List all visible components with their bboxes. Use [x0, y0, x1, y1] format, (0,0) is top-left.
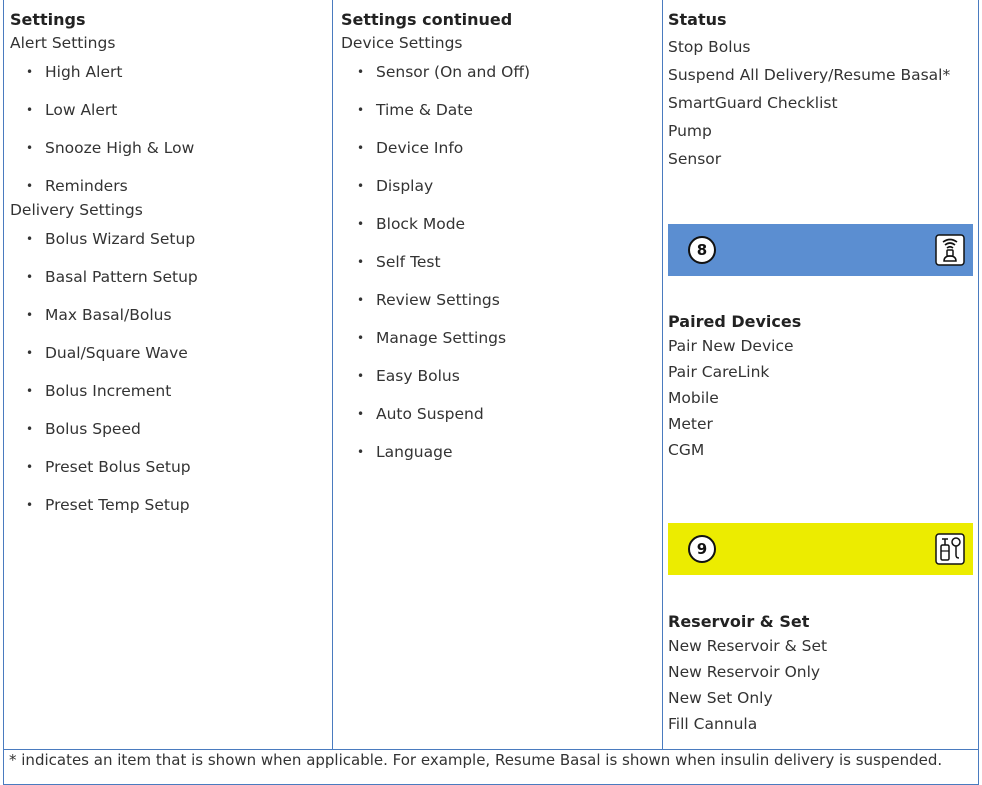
status-column: Status Stop Bolus Suspend All Delivery/R…	[662, 0, 979, 749]
bullet-icon: •	[357, 407, 365, 421]
settings-continued-column: Settings continued Device Settings • Sens…	[332, 0, 662, 749]
list-item: • Time & Date	[341, 97, 662, 135]
list-item: • Bolus Increment	[10, 378, 332, 416]
step-number-badge: 9	[688, 535, 716, 563]
step-number-badge: 8	[688, 236, 716, 264]
bullet-icon: •	[357, 331, 365, 345]
bullet-icon: •	[357, 255, 365, 269]
reservoir-set-heading: Reservoir & Set	[668, 612, 810, 631]
list-item: • Preset Temp Setup	[10, 492, 332, 530]
list-item: • Preset Bolus Setup	[10, 454, 332, 492]
list-item: • Language	[341, 439, 662, 477]
bullet-icon: •	[357, 179, 365, 193]
list-item: Meter	[668, 415, 713, 433]
paired-devices-section: Paired Devices Pair New Device Pair Care…	[668, 312, 801, 463]
footnote: * indicates an item that is shown when a…	[3, 749, 979, 785]
list-item: Stop Bolus	[668, 38, 751, 56]
list-item: • Display	[341, 173, 662, 211]
list-item: • Manage Settings	[341, 325, 662, 363]
list-item: • Dual/Square Wave	[10, 340, 332, 378]
settings-continued-heading: Settings continued	[341, 10, 513, 29]
bullet-icon: •	[357, 141, 365, 155]
list-item: SmartGuard Checklist	[668, 94, 838, 112]
bullet-icon: •	[26, 308, 34, 322]
bullet-icon: •	[357, 369, 365, 383]
reservoir-set-icon	[935, 533, 965, 565]
device-settings-list: • Sensor (On and Off) • Time & Date • Devic…	[341, 59, 662, 477]
alert-settings-list: • High Alert • Low Alert • Snooze High & Lo…	[10, 59, 332, 199]
status-heading: Status	[668, 10, 727, 29]
status-list: Stop Bolus Suspend All Delivery/Resume B…	[668, 33, 979, 173]
bullet-icon: •	[26, 232, 34, 246]
list-item: Pair CareLink	[668, 363, 770, 381]
list-item: CGM	[668, 441, 705, 459]
list-item: Mobile	[668, 389, 719, 407]
list-item: Fill Cannula	[668, 715, 758, 733]
bullet-icon: •	[26, 422, 34, 436]
list-item: • Block Mode	[341, 211, 662, 249]
list-item: • Review Settings	[341, 287, 662, 325]
list-item: Sensor	[668, 150, 722, 168]
list-item: • Self Test	[341, 249, 662, 287]
banner-9: 9	[668, 523, 973, 575]
bullet-icon: •	[26, 179, 34, 193]
bullet-icon: •	[357, 103, 365, 117]
bullet-icon: •	[26, 270, 34, 284]
bullet-icon: •	[26, 141, 34, 155]
list-item: • Auto Suspend	[341, 401, 662, 439]
bullet-icon: •	[357, 217, 365, 231]
list-item: Pair New Device	[668, 337, 794, 355]
list-item: • Bolus Speed	[10, 416, 332, 454]
list-item: • Sensor (On and Off)	[341, 59, 662, 97]
settings-heading: Settings	[10, 10, 86, 29]
list-item: • Device Info	[341, 135, 662, 173]
bullet-icon: •	[26, 384, 34, 398]
bullet-icon: •	[26, 65, 34, 79]
delivery-settings-label: Delivery Settings	[10, 201, 143, 219]
alert-settings-label: Alert Settings	[10, 34, 116, 52]
paired-devices-icon	[935, 234, 965, 266]
list-item: • Bolus Wizard Setup	[10, 226, 332, 264]
list-item: New Reservoir Only	[668, 663, 821, 681]
bullet-icon: •	[26, 498, 34, 512]
delivery-settings-list: • Bolus Wizard Setup • Basal Pattern Setup…	[10, 226, 332, 530]
bullet-icon: •	[26, 103, 34, 117]
settings-column: Settings Alert Settings • High Alert • Low…	[3, 0, 332, 749]
list-item: • Easy Bolus	[341, 363, 662, 401]
device-settings-label: Device Settings	[341, 34, 463, 52]
list-item: • Max Basal/Bolus	[10, 302, 332, 340]
list-item: Suspend All Delivery/Resume Basal*	[668, 66, 951, 84]
reservoir-set-section: Reservoir & Set New Reservoir & Set New …	[668, 612, 827, 737]
banner-8: 8	[668, 224, 973, 276]
list-item: New Reservoir & Set	[668, 637, 828, 655]
list-item: • Snooze High & Low	[10, 135, 332, 173]
list-item: • Reminders	[10, 173, 332, 199]
list-item: • High Alert	[10, 59, 332, 97]
paired-devices-heading: Paired Devices	[668, 312, 802, 331]
list-item: • Basal Pattern Setup	[10, 264, 332, 302]
list-item: • Low Alert	[10, 97, 332, 135]
bullet-icon: •	[357, 445, 365, 459]
list-item: Pump	[668, 122, 712, 140]
bullet-icon: •	[357, 65, 365, 79]
list-item: New Set Only	[668, 689, 773, 707]
bullet-icon: •	[26, 460, 34, 474]
bullet-icon: •	[357, 293, 365, 307]
bullet-icon: •	[26, 346, 34, 360]
